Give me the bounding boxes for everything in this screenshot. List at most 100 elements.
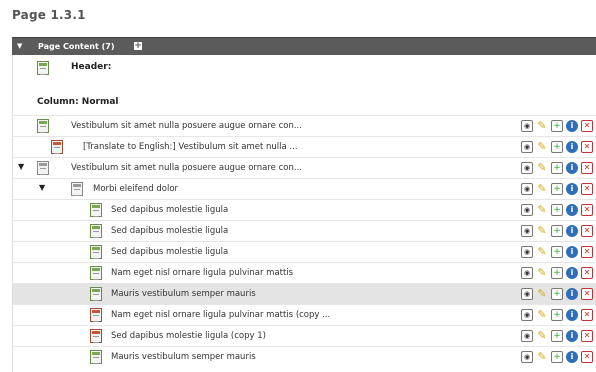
new-element-icon[interactable]: + — [551, 162, 563, 174]
view-icon[interactable]: ◉ — [521, 120, 533, 132]
content-element-title[interactable]: Nam eget nisl ornare ligula pulvinar mat… — [111, 310, 330, 320]
collapse-triangle-icon[interactable]: ▼ — [17, 38, 22, 55]
new-element-icon[interactable]: + — [551, 288, 563, 300]
content-element-icon[interactable] — [90, 224, 102, 238]
content-element-title[interactable]: Sed dapibus molestie ligula — [111, 247, 228, 257]
new-element-icon[interactable]: + — [551, 267, 563, 279]
new-element-icon[interactable]: + — [551, 351, 563, 363]
new-element-icon[interactable]: + — [551, 309, 563, 321]
info-icon[interactable]: i — [566, 267, 578, 279]
content-element-row[interactable]: ▼ Vestibulum sit amet nulla posuere augue… — [13, 157, 596, 179]
edit-icon[interactable]: ✎ — [536, 288, 548, 300]
edit-icon[interactable]: ✎ — [536, 141, 548, 153]
page-content-panel-header[interactable]: ▼ Page Content (7) + — [12, 37, 596, 55]
expand-toggle-icon[interactable]: ▼ — [18, 162, 24, 171]
new-element-icon[interactable]: + — [551, 246, 563, 258]
content-element-icon[interactable] — [37, 119, 49, 133]
view-icon[interactable]: ◉ — [521, 225, 533, 237]
view-icon[interactable]: ◉ — [521, 351, 533, 363]
new-element-icon[interactable]: + — [551, 204, 563, 216]
delete-icon[interactable]: ✕ — [581, 288, 593, 300]
new-element-icon[interactable]: + — [551, 120, 563, 132]
edit-icon[interactable]: ✎ — [536, 204, 548, 216]
content-element-title[interactable]: Sed dapibus molestie ligula (copy 1) — [111, 331, 266, 341]
info-icon[interactable]: i — [566, 309, 578, 321]
content-element-row[interactable]: Sed dapibus molestie ligula ◉ ✎ + i ✕ — [13, 199, 596, 221]
delete-icon[interactable]: ✕ — [581, 267, 593, 279]
delete-icon[interactable]: ✕ — [581, 246, 593, 258]
view-icon[interactable]: ◉ — [521, 141, 533, 153]
content-element-icon[interactable] — [90, 203, 102, 217]
delete-icon[interactable]: ✕ — [581, 330, 593, 342]
delete-icon[interactable]: ✕ — [581, 309, 593, 321]
view-icon[interactable]: ◉ — [521, 204, 533, 216]
content-element-title[interactable]: Mauris vestibulum semper mauris — [111, 289, 256, 299]
content-element-title[interactable]: Vestibulum sit amet nulla posuere augue … — [71, 121, 302, 131]
container-element-icon[interactable] — [71, 182, 83, 196]
content-element-row[interactable]: [Translate to English:] Vestibulum sit a… — [13, 136, 596, 158]
delete-icon[interactable]: ✕ — [581, 141, 593, 153]
info-icon[interactable]: i — [566, 120, 578, 132]
delete-icon[interactable]: ✕ — [581, 351, 593, 363]
content-element-icon[interactable] — [90, 245, 102, 259]
new-element-icon[interactable]: + — [551, 225, 563, 237]
content-element-row[interactable]: ▼ Morbi eleifend dolor ◉ ✎ + i ✕ — [13, 178, 596, 200]
expand-toggle-icon[interactable]: ▼ — [39, 183, 45, 192]
content-element-row[interactable]: Sed dapibus molestie ligula ◉ ✎ + i ✕ — [13, 241, 596, 263]
info-icon[interactable]: i — [566, 288, 578, 300]
content-element-row[interactable]: Nam eget nisl ornare ligula pulvinar mat… — [13, 262, 596, 284]
info-icon[interactable]: i — [566, 351, 578, 363]
edit-icon[interactable]: ✎ — [536, 330, 548, 342]
container-element-icon[interactable] — [37, 161, 49, 175]
hidden-element-icon[interactable] — [90, 329, 102, 343]
view-icon[interactable]: ◉ — [521, 288, 533, 300]
edit-icon[interactable]: ✎ — [536, 246, 548, 258]
content-element-title[interactable]: Mauris vestibulum semper mauris — [111, 352, 256, 362]
content-element-title[interactable]: Sed dapibus molestie ligula — [111, 205, 228, 215]
content-element-icon[interactable] — [90, 287, 102, 301]
info-icon[interactable]: i — [566, 183, 578, 195]
content-element-row[interactable]: Sed dapibus molestie ligula (copy 1) ◉ ✎ + i… — [13, 325, 596, 347]
delete-icon[interactable]: ✕ — [581, 225, 593, 237]
view-icon[interactable]: ◉ — [521, 309, 533, 321]
content-element-icon[interactable] — [90, 350, 102, 364]
content-element-title[interactable]: [Translate to English:] Vestibulum sit a… — [83, 142, 298, 152]
delete-icon[interactable]: ✕ — [581, 204, 593, 216]
content-element-title[interactable]: Sed dapibus molestie ligula — [111, 226, 228, 236]
view-icon[interactable]: ◉ — [521, 267, 533, 279]
info-icon[interactable]: i — [566, 330, 578, 342]
edit-icon[interactable]: ✎ — [536, 351, 548, 363]
edit-icon[interactable]: ✎ — [536, 267, 548, 279]
delete-icon[interactable]: ✕ — [581, 183, 593, 195]
content-element-row[interactable]: Sed dapibus molestie ligula ◉ ✎ + i ✕ — [13, 220, 596, 242]
info-icon[interactable]: i — [566, 162, 578, 174]
add-content-icon[interactable]: + — [134, 42, 142, 51]
delete-icon[interactable]: ✕ — [581, 162, 593, 174]
translated-element-icon[interactable] — [51, 140, 63, 154]
content-element-row[interactable]: Mauris vestibulum semper mauris ◉ ✎ + i ✕ — [13, 283, 596, 305]
edit-icon[interactable]: ✎ — [536, 309, 548, 321]
view-icon[interactable]: ◉ — [521, 330, 533, 342]
hidden-element-icon[interactable] — [90, 308, 102, 322]
new-element-icon[interactable]: + — [551, 141, 563, 153]
edit-icon[interactable]: ✎ — [536, 120, 548, 132]
info-icon[interactable]: i — [566, 246, 578, 258]
edit-icon[interactable]: ✎ — [536, 225, 548, 237]
content-element-title[interactable]: Nam eget nisl ornare ligula pulvinar mat… — [111, 268, 293, 278]
new-element-icon[interactable]: + — [551, 330, 563, 342]
content-element-icon[interactable] — [90, 266, 102, 280]
content-element-title[interactable]: Morbi eleifend dolor — [93, 184, 178, 194]
info-icon[interactable]: i — [566, 225, 578, 237]
content-element-row[interactable]: Vestibulum sit amet nulla posuere augue … — [13, 115, 596, 137]
content-element-title[interactable]: Vestibulum sit amet nulla posuere augue … — [71, 163, 302, 173]
view-icon[interactable]: ◉ — [521, 162, 533, 174]
new-element-icon[interactable]: + — [551, 183, 563, 195]
edit-icon[interactable]: ✎ — [536, 183, 548, 195]
delete-icon[interactable]: ✕ — [581, 120, 593, 132]
content-element-row[interactable]: Mauris vestibulum semper mauris ◉ ✎ + i ✕ — [13, 346, 596, 368]
info-icon[interactable]: i — [566, 141, 578, 153]
view-icon[interactable]: ◉ — [521, 183, 533, 195]
info-icon[interactable]: i — [566, 204, 578, 216]
edit-icon[interactable]: ✎ — [536, 162, 548, 174]
view-icon[interactable]: ◉ — [521, 246, 533, 258]
